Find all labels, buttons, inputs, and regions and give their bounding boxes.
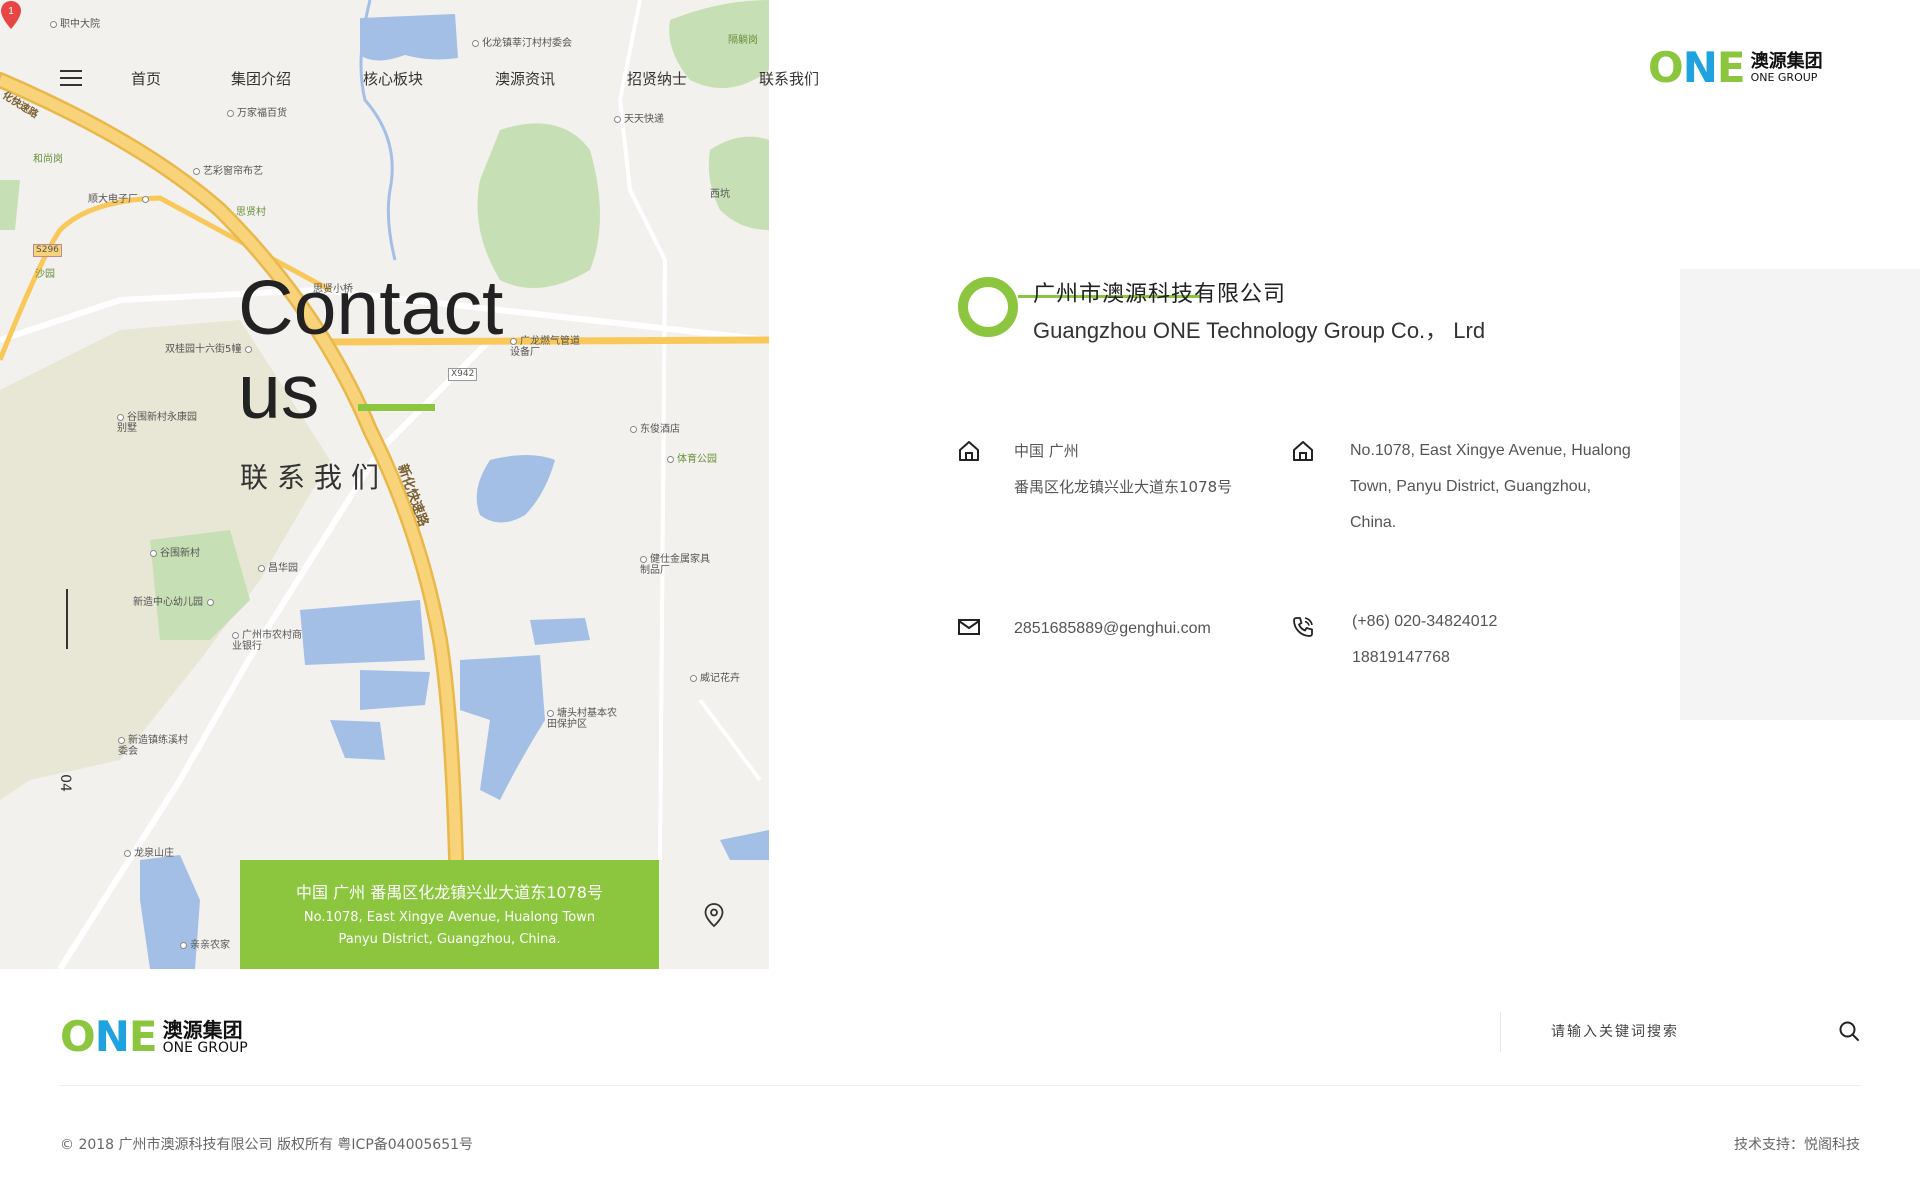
copyright-text: © 2018 广州市澳源科技有限公司 版权所有 粤ICP备04005651号 bbox=[60, 1137, 474, 1153]
nav-item-contact[interactable]: 联系我们 bbox=[759, 68, 819, 89]
map-poi: 隔躺岗 bbox=[728, 35, 758, 46]
title-accent-bar bbox=[358, 404, 435, 411]
map-poi: 艺彩窗帘布艺 bbox=[193, 166, 263, 177]
map-poi: 职中大院 bbox=[50, 19, 100, 30]
company-name-cn: 广州市澳源科技有限公司 bbox=[1033, 282, 1287, 307]
nav-item-core-business[interactable]: 核心板块 bbox=[363, 68, 423, 89]
map-poi: 龙泉山庄 bbox=[124, 848, 174, 859]
address-banner: 中国 广州 番禺区化龙镇兴业大道东1078号 No.1078, East Xin… bbox=[240, 860, 659, 969]
map-poi: 万家福百货 bbox=[227, 108, 287, 119]
map-poi: 新造中心幼儿园 bbox=[133, 597, 217, 608]
address-cn: 中国 广州 番禺区化龙镇兴业大道东1078号 bbox=[1014, 442, 1233, 496]
logo-mark: ONE bbox=[60, 1012, 158, 1061]
map-poi: 沙园 bbox=[35, 269, 55, 280]
map-poi: 广州市农村商业银行 bbox=[232, 630, 302, 652]
map-location-marker[interactable]: 1 bbox=[0, 0, 22, 30]
map-poi: 化龙镇莘汀村村委会 bbox=[472, 38, 572, 49]
email-link[interactable]: 2851685889@genghui.com bbox=[1014, 611, 1211, 647]
footer-search bbox=[1500, 1012, 1860, 1052]
phone-icon bbox=[1293, 617, 1313, 637]
scroll-indicator-line bbox=[66, 589, 68, 649]
address-banner-en-line1: No.1078, East Xingye Avenue, Hualong Tow… bbox=[303, 910, 596, 925]
map-poi: 广龙燃气管道设备厂 bbox=[510, 336, 580, 358]
search-input[interactable] bbox=[1551, 1020, 1791, 1044]
location-pin-icon[interactable] bbox=[703, 902, 725, 928]
logo-en: ONE GROUP bbox=[1750, 71, 1818, 84]
address-banner-en-line2: Panyu District, Guangzhou, China. bbox=[338, 932, 561, 947]
nav-item-about[interactable]: 集团介绍 bbox=[231, 68, 291, 89]
logo-en: ONE GROUP bbox=[162, 1039, 248, 1056]
menu-icon[interactable] bbox=[60, 70, 82, 86]
map-poi: 亲亲农家 bbox=[180, 940, 230, 951]
company-o-mark bbox=[958, 277, 1018, 337]
address-banner-cn: 中国 广州 番禺区化龙镇兴业大道东1078号 bbox=[296, 883, 603, 902]
map-poi: 天天快递 bbox=[614, 114, 664, 125]
map-poi: 和尚岗 bbox=[33, 154, 63, 165]
map-poi: 谷围新村 bbox=[150, 548, 200, 559]
svg-text:1: 1 bbox=[8, 6, 14, 17]
map-poi: 西坑 bbox=[710, 189, 730, 200]
page-subtitle: 联系我们 bbox=[240, 461, 389, 494]
nav-item-careers[interactable]: 招贤纳士 bbox=[627, 68, 687, 89]
header-logo[interactable]: ONE 澳源集团 ONE GROUP bbox=[1648, 43, 1823, 92]
nav-item-home[interactable]: 首页 bbox=[131, 68, 161, 89]
map-road-label: S296 bbox=[33, 244, 62, 257]
search-icon[interactable] bbox=[1838, 1020, 1860, 1042]
logo-mark: ONE bbox=[1648, 43, 1746, 92]
map-poi: 顺大电子厂 bbox=[88, 194, 152, 205]
map-poi: 谷围新村永康园别墅 bbox=[117, 412, 197, 434]
logo-cn: 澳源集团 bbox=[1750, 51, 1823, 72]
logo-cn: 澳源集团 bbox=[162, 1017, 243, 1042]
footer-divider bbox=[60, 1085, 1860, 1086]
tech-support-link[interactable]: 技术支持：悦阁科技 bbox=[1734, 1134, 1860, 1154]
map-poi: 威记花卉 bbox=[690, 673, 740, 684]
map-poi: 思贤村 bbox=[236, 207, 266, 218]
main-nav bbox=[60, 66, 131, 90]
home-icon bbox=[1293, 441, 1313, 461]
nav-item-news[interactable]: 澳源资讯 bbox=[495, 68, 555, 89]
phone-numbers[interactable]: (+86) 020-34824012 18819147768 bbox=[1352, 604, 1497, 676]
map-poi: 塘头村基本农田保护区 bbox=[547, 708, 617, 730]
map-poi: 东俊酒店 bbox=[630, 424, 680, 435]
footer-logo[interactable]: ONE 澳源集团 ONE GROUP bbox=[60, 1012, 248, 1061]
page-number: 04 bbox=[56, 774, 73, 792]
home-icon bbox=[959, 441, 979, 461]
mail-icon bbox=[958, 619, 980, 635]
map-poi: 昌华园 bbox=[258, 563, 298, 574]
map-poi: 体育公园 bbox=[667, 454, 717, 465]
map-poi: 新造镇练溪村委会 bbox=[118, 735, 188, 757]
decorative-panel bbox=[1680, 269, 1920, 720]
company-name-en: Guangzhou ONE Technology Group Co.， Lrd bbox=[1033, 318, 1486, 343]
address-en: No.1078, East Xingye Avenue, Hualong Tow… bbox=[1350, 442, 1631, 531]
map-poi: 健仕金属家具制品厂 bbox=[640, 554, 710, 576]
